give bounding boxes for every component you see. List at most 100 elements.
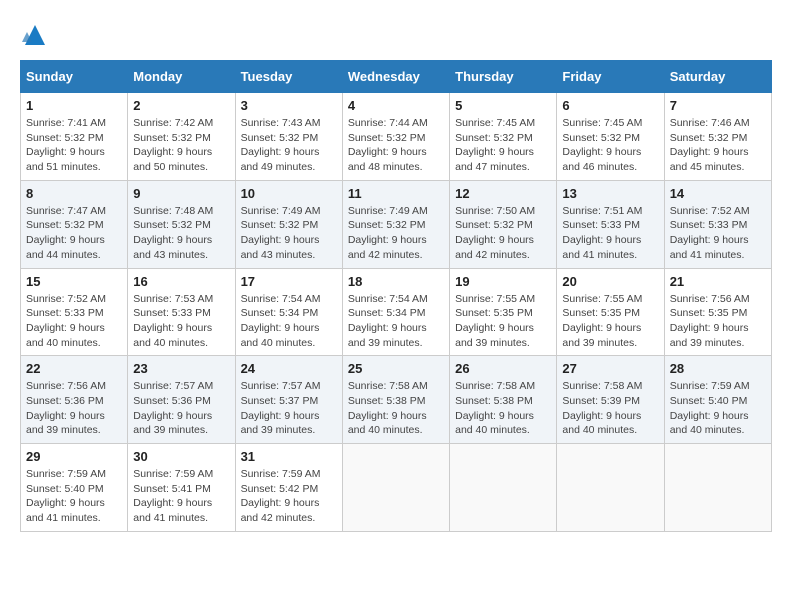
logo <box>20 20 54 50</box>
week-row-2: 8 Sunrise: 7:47 AM Sunset: 5:32 PM Dayli… <box>21 180 772 268</box>
day-info: Sunrise: 7:58 AM Sunset: 5:38 PM Dayligh… <box>348 379 444 438</box>
day-info: Sunrise: 7:49 AM Sunset: 5:32 PM Dayligh… <box>241 204 337 263</box>
day-info: Sunrise: 7:59 AM Sunset: 5:40 PM Dayligh… <box>670 379 766 438</box>
calendar-cell: 18 Sunrise: 7:54 AM Sunset: 5:34 PM Dayl… <box>342 268 449 356</box>
day-number: 5 <box>455 98 551 113</box>
day-info: Sunrise: 7:55 AM Sunset: 5:35 PM Dayligh… <box>455 292 551 351</box>
day-info: Sunrise: 7:49 AM Sunset: 5:32 PM Dayligh… <box>348 204 444 263</box>
day-info: Sunrise: 7:52 AM Sunset: 5:33 PM Dayligh… <box>26 292 122 351</box>
day-number: 3 <box>241 98 337 113</box>
day-info: Sunrise: 7:58 AM Sunset: 5:38 PM Dayligh… <box>455 379 551 438</box>
day-info: Sunrise: 7:45 AM Sunset: 5:32 PM Dayligh… <box>562 116 658 175</box>
day-number: 11 <box>348 186 444 201</box>
calendar-cell: 26 Sunrise: 7:58 AM Sunset: 5:38 PM Dayl… <box>450 356 557 444</box>
calendar-cell: 10 Sunrise: 7:49 AM Sunset: 5:32 PM Dayl… <box>235 180 342 268</box>
calendar-cell: 24 Sunrise: 7:57 AM Sunset: 5:37 PM Dayl… <box>235 356 342 444</box>
week-row-1: 1 Sunrise: 7:41 AM Sunset: 5:32 PM Dayli… <box>21 93 772 181</box>
day-number: 23 <box>133 361 229 376</box>
weekday-tuesday: Tuesday <box>235 61 342 93</box>
calendar-cell: 13 Sunrise: 7:51 AM Sunset: 5:33 PM Dayl… <box>557 180 664 268</box>
day-info: Sunrise: 7:59 AM Sunset: 5:40 PM Dayligh… <box>26 467 122 526</box>
day-number: 6 <box>562 98 658 113</box>
calendar-cell: 17 Sunrise: 7:54 AM Sunset: 5:34 PM Dayl… <box>235 268 342 356</box>
calendar-cell: 27 Sunrise: 7:58 AM Sunset: 5:39 PM Dayl… <box>557 356 664 444</box>
day-number: 18 <box>348 274 444 289</box>
day-number: 19 <box>455 274 551 289</box>
day-info: Sunrise: 7:41 AM Sunset: 5:32 PM Dayligh… <box>26 116 122 175</box>
weekday-saturday: Saturday <box>664 61 771 93</box>
day-number: 20 <box>562 274 658 289</box>
calendar-cell: 22 Sunrise: 7:56 AM Sunset: 5:36 PM Dayl… <box>21 356 128 444</box>
day-number: 2 <box>133 98 229 113</box>
weekday-monday: Monday <box>128 61 235 93</box>
day-info: Sunrise: 7:53 AM Sunset: 5:33 PM Dayligh… <box>133 292 229 351</box>
day-number: 26 <box>455 361 551 376</box>
calendar-cell: 7 Sunrise: 7:46 AM Sunset: 5:32 PM Dayli… <box>664 93 771 181</box>
day-number: 27 <box>562 361 658 376</box>
calendar-cell: 23 Sunrise: 7:57 AM Sunset: 5:36 PM Dayl… <box>128 356 235 444</box>
day-number: 14 <box>670 186 766 201</box>
calendar-cell: 15 Sunrise: 7:52 AM Sunset: 5:33 PM Dayl… <box>21 268 128 356</box>
day-number: 8 <box>26 186 122 201</box>
calendar-cell: 25 Sunrise: 7:58 AM Sunset: 5:38 PM Dayl… <box>342 356 449 444</box>
day-number: 15 <box>26 274 122 289</box>
calendar-cell: 5 Sunrise: 7:45 AM Sunset: 5:32 PM Dayli… <box>450 93 557 181</box>
calendar-cell <box>664 444 771 532</box>
week-row-5: 29 Sunrise: 7:59 AM Sunset: 5:40 PM Dayl… <box>21 444 772 532</box>
calendar-cell: 11 Sunrise: 7:49 AM Sunset: 5:32 PM Dayl… <box>342 180 449 268</box>
week-row-4: 22 Sunrise: 7:56 AM Sunset: 5:36 PM Dayl… <box>21 356 772 444</box>
day-number: 13 <box>562 186 658 201</box>
calendar-cell: 20 Sunrise: 7:55 AM Sunset: 5:35 PM Dayl… <box>557 268 664 356</box>
day-info: Sunrise: 7:57 AM Sunset: 5:36 PM Dayligh… <box>133 379 229 438</box>
calendar-cell: 31 Sunrise: 7:59 AM Sunset: 5:42 PM Dayl… <box>235 444 342 532</box>
calendar-cell: 8 Sunrise: 7:47 AM Sunset: 5:32 PM Dayli… <box>21 180 128 268</box>
day-number: 10 <box>241 186 337 201</box>
day-number: 22 <box>26 361 122 376</box>
day-number: 29 <box>26 449 122 464</box>
day-number: 1 <box>26 98 122 113</box>
calendar-cell <box>450 444 557 532</box>
day-number: 28 <box>670 361 766 376</box>
day-info: Sunrise: 7:58 AM Sunset: 5:39 PM Dayligh… <box>562 379 658 438</box>
day-info: Sunrise: 7:59 AM Sunset: 5:41 PM Dayligh… <box>133 467 229 526</box>
day-info: Sunrise: 7:51 AM Sunset: 5:33 PM Dayligh… <box>562 204 658 263</box>
day-info: Sunrise: 7:45 AM Sunset: 5:32 PM Dayligh… <box>455 116 551 175</box>
day-info: Sunrise: 7:46 AM Sunset: 5:32 PM Dayligh… <box>670 116 766 175</box>
page-header <box>20 20 772 50</box>
calendar-cell <box>557 444 664 532</box>
day-number: 25 <box>348 361 444 376</box>
calendar-cell: 16 Sunrise: 7:53 AM Sunset: 5:33 PM Dayl… <box>128 268 235 356</box>
day-info: Sunrise: 7:54 AM Sunset: 5:34 PM Dayligh… <box>241 292 337 351</box>
day-info: Sunrise: 7:59 AM Sunset: 5:42 PM Dayligh… <box>241 467 337 526</box>
day-info: Sunrise: 7:48 AM Sunset: 5:32 PM Dayligh… <box>133 204 229 263</box>
calendar-cell: 28 Sunrise: 7:59 AM Sunset: 5:40 PM Dayl… <box>664 356 771 444</box>
day-info: Sunrise: 7:44 AM Sunset: 5:32 PM Dayligh… <box>348 116 444 175</box>
calendar-cell: 9 Sunrise: 7:48 AM Sunset: 5:32 PM Dayli… <box>128 180 235 268</box>
day-number: 31 <box>241 449 337 464</box>
calendar-cell: 6 Sunrise: 7:45 AM Sunset: 5:32 PM Dayli… <box>557 93 664 181</box>
calendar-cell: 3 Sunrise: 7:43 AM Sunset: 5:32 PM Dayli… <box>235 93 342 181</box>
calendar-cell <box>342 444 449 532</box>
weekday-header-row: SundayMondayTuesdayWednesdayThursdayFrid… <box>21 61 772 93</box>
week-row-3: 15 Sunrise: 7:52 AM Sunset: 5:33 PM Dayl… <box>21 268 772 356</box>
day-number: 24 <box>241 361 337 376</box>
calendar-cell: 2 Sunrise: 7:42 AM Sunset: 5:32 PM Dayli… <box>128 93 235 181</box>
day-number: 9 <box>133 186 229 201</box>
calendar-table: SundayMondayTuesdayWednesdayThursdayFrid… <box>20 60 772 532</box>
day-info: Sunrise: 7:55 AM Sunset: 5:35 PM Dayligh… <box>562 292 658 351</box>
calendar-cell: 29 Sunrise: 7:59 AM Sunset: 5:40 PM Dayl… <box>21 444 128 532</box>
calendar-cell: 30 Sunrise: 7:59 AM Sunset: 5:41 PM Dayl… <box>128 444 235 532</box>
day-info: Sunrise: 7:43 AM Sunset: 5:32 PM Dayligh… <box>241 116 337 175</box>
calendar-body: 1 Sunrise: 7:41 AM Sunset: 5:32 PM Dayli… <box>21 93 772 532</box>
logo-icon <box>20 20 50 50</box>
day-info: Sunrise: 7:47 AM Sunset: 5:32 PM Dayligh… <box>26 204 122 263</box>
day-number: 30 <box>133 449 229 464</box>
weekday-thursday: Thursday <box>450 61 557 93</box>
calendar-cell: 19 Sunrise: 7:55 AM Sunset: 5:35 PM Dayl… <box>450 268 557 356</box>
calendar-cell: 14 Sunrise: 7:52 AM Sunset: 5:33 PM Dayl… <box>664 180 771 268</box>
day-number: 16 <box>133 274 229 289</box>
day-info: Sunrise: 7:56 AM Sunset: 5:36 PM Dayligh… <box>26 379 122 438</box>
weekday-wednesday: Wednesday <box>342 61 449 93</box>
day-number: 17 <box>241 274 337 289</box>
day-info: Sunrise: 7:54 AM Sunset: 5:34 PM Dayligh… <box>348 292 444 351</box>
